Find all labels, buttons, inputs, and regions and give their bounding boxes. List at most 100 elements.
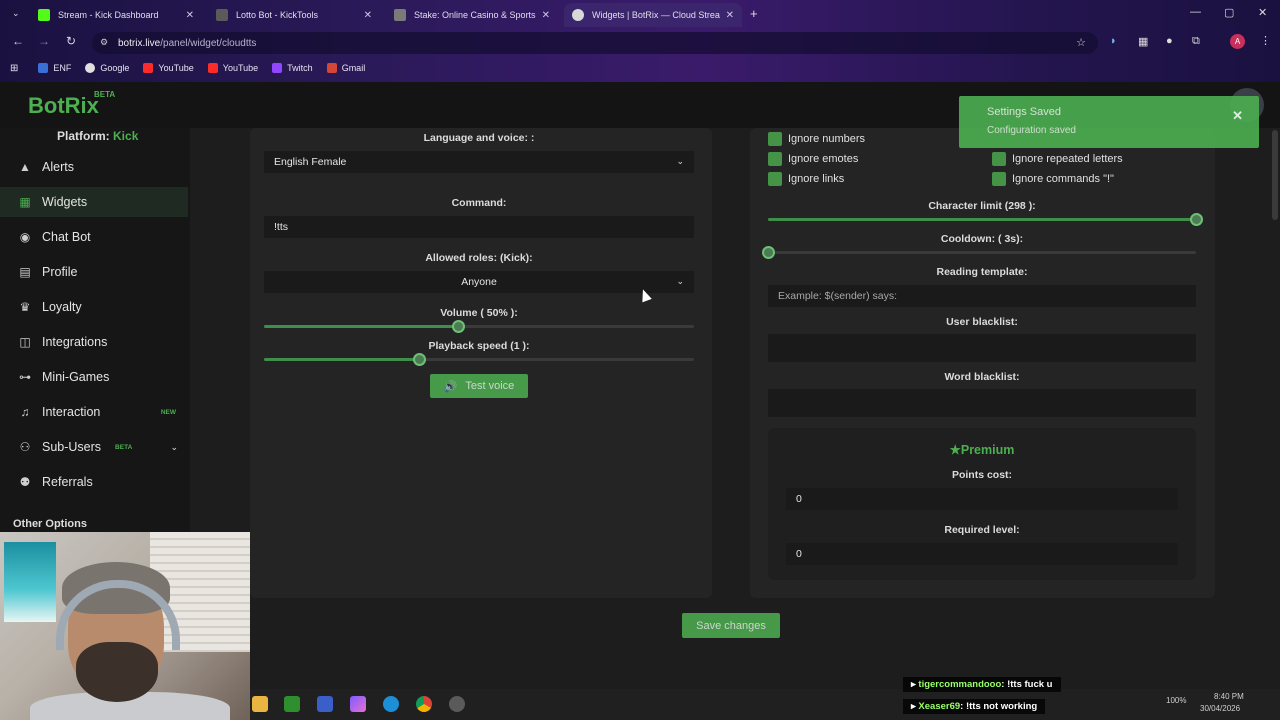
ignore-numbers-checkbox[interactable]: Ignore numbers — [768, 132, 865, 146]
bookmark-google[interactable]: Google — [85, 63, 129, 73]
tab-lotto-bot[interactable]: Lotto Bot - KickTools ✕ — [208, 3, 380, 27]
tab-botrix-widgets[interactable]: Widgets | BotRix — Cloud Strea ✕ — [564, 3, 742, 27]
xbox-icon[interactable] — [284, 696, 300, 712]
checkbox-box[interactable] — [992, 152, 1006, 166]
save-changes-button[interactable]: Save changes — [682, 613, 780, 638]
sidebar-item-chat-bot[interactable]: ◉ Chat Bot — [0, 222, 188, 252]
cooldown-slider[interactable] — [762, 246, 1196, 259]
minimize-icon[interactable]: — — [1190, 6, 1201, 18]
language-select[interactable]: English Female ⌄ — [264, 151, 694, 173]
edge-icon[interactable] — [383, 696, 399, 712]
character-limit-slider[interactable] — [768, 213, 1203, 226]
wall-poster — [4, 542, 56, 622]
slider-fill — [768, 218, 1196, 221]
apps-icon[interactable]: ⊞ — [10, 63, 18, 74]
code-editor-icon[interactable] — [317, 696, 333, 712]
command-label: Command: — [451, 197, 507, 209]
tab-kick-dashboard[interactable]: Stream - Kick Dashboard ✕ — [30, 3, 202, 27]
profile-avatar[interactable]: A — [1230, 34, 1245, 49]
logo-beta-badge: BETA — [94, 90, 116, 99]
close-icon[interactable]: ✕ — [1232, 108, 1243, 124]
sidebar-item-loyalty[interactable]: ♛ Loyalty — [0, 292, 188, 322]
close-icon[interactable]: ✕ — [726, 10, 734, 21]
extension-icon[interactable]: ◗ — [1110, 35, 1117, 47]
maximize-icon[interactable]: ▢ — [1224, 6, 1234, 19]
checkbox-box[interactable] — [768, 132, 782, 146]
kicktools-icon — [216, 9, 228, 21]
ignore-repeated-letters-checkbox[interactable]: Ignore repeated letters — [992, 152, 1123, 166]
sidebar-item-referrals[interactable]: ⚉ Referrals — [0, 467, 188, 497]
toast-title: Settings Saved — [987, 106, 1061, 118]
ignore-emotes-checkbox[interactable]: Ignore emotes — [768, 152, 858, 166]
bookmark-youtube[interactable]: YouTube — [207, 63, 259, 73]
playback-speed-label: Playback speed (1 ): — [428, 340, 530, 352]
bookmark-star-icon[interactable]: ☆ — [1076, 36, 1086, 49]
close-icon[interactable]: ✕ — [542, 10, 550, 21]
clock-date: 30/04/2026 — [1200, 704, 1241, 713]
site-info-icon[interactable]: ⚙ — [100, 37, 108, 48]
chevron-down-icon: ⌄ — [676, 276, 684, 286]
bookmark-enf[interactable]: ENF — [38, 63, 71, 73]
sidebar-item-sub-users[interactable]: ⚇ Sub-Users BETA ⌄ — [0, 432, 188, 462]
test-voice-button[interactable]: 🔊 Test voice — [430, 374, 528, 398]
copilot-icon[interactable] — [350, 696, 366, 712]
extensions-puzzle-icon[interactable]: ⧉ — [1192, 35, 1200, 48]
extension-icon[interactable]: ● — [1166, 35, 1173, 47]
close-icon[interactable]: ✕ — [364, 10, 372, 21]
url-field[interactable]: ⚙ botrix.live/panel/widget/cloudtts ☆ — [92, 32, 1098, 54]
sidebar-item-integrations[interactable]: ◫ Integrations — [0, 327, 188, 357]
platform-value: Kick — [113, 129, 139, 143]
roles-select[interactable]: Anyone ⌄ — [264, 271, 694, 293]
checkbox-label: Ignore numbers — [788, 133, 866, 145]
robot-icon: ◉ — [19, 230, 31, 244]
tab-stake[interactable]: Stake: Online Casino & Sports ✕ — [386, 3, 558, 27]
sidebar-item-label: Alerts — [42, 160, 74, 174]
new-tab-icon[interactable]: + — [750, 6, 758, 21]
reading-template-input[interactable]: Example: $(sender) says: — [768, 285, 1196, 307]
bookmark-label: YouTube — [222, 63, 259, 73]
slider-thumb[interactable] — [1190, 213, 1203, 226]
menu-icon[interactable]: ⋮ — [1260, 34, 1271, 47]
scrollbar[interactable] — [1272, 130, 1278, 220]
window-close-icon[interactable]: ✕ — [1258, 6, 1267, 19]
sidebar-item-widgets[interactable]: ▦ Widgets — [0, 187, 188, 217]
close-icon[interactable]: ✕ — [186, 10, 194, 21]
sidebar-item-profile[interactable]: ▤ Profile — [0, 257, 188, 287]
file-explorer-icon[interactable] — [252, 696, 268, 712]
platform-label: Platform: — [57, 129, 110, 143]
ignore-links-checkbox[interactable]: Ignore links — [768, 172, 844, 186]
sidebar-item-alerts[interactable]: ▲ Alerts — [0, 152, 188, 182]
extension-icon[interactable]: ▦ — [1138, 35, 1148, 48]
command-input[interactable]: !tts — [264, 216, 694, 238]
character-limit-label: Character limit (298 ): — [928, 200, 1036, 212]
checkbox-box[interactable] — [768, 152, 782, 166]
sidebar-item-interaction[interactable]: ♫ Interaction NEW — [0, 397, 188, 427]
chevron-down-icon[interactable]: ⌄ — [170, 442, 178, 453]
reading-template-label: Reading template: — [936, 266, 1028, 278]
slider-thumb[interactable] — [412, 353, 426, 366]
user-blacklist-input[interactable] — [768, 334, 1196, 362]
bookmark-youtube[interactable]: YouTube — [143, 63, 194, 73]
stream-chat-message: ▸ Xeaser69: !tts not working — [903, 699, 1046, 714]
kick-icon — [38, 9, 50, 21]
slider-thumb[interactable] — [762, 246, 775, 259]
chat-text: : !tts not working — [960, 701, 1038, 712]
test-voice-label: Test voice — [465, 380, 515, 392]
slider-thumb[interactable] — [451, 320, 465, 333]
bookmark-twitch[interactable]: Twitch — [272, 63, 313, 73]
bookmark-gmail[interactable]: Gmail — [326, 63, 365, 73]
playback-speed-slider[interactable] — [264, 353, 694, 366]
sidebar-item-mini-games[interactable]: ⊶ Mini-Games — [0, 362, 188, 392]
app-icon[interactable] — [449, 696, 465, 712]
volume-slider[interactable] — [264, 320, 694, 333]
word-blacklist-input[interactable] — [768, 389, 1196, 417]
ignore-commands-checkbox[interactable]: Ignore commands "!" — [992, 172, 1114, 186]
botrix-logo[interactable]: BotRix BETA — [28, 90, 115, 119]
tab-search-icon[interactable]: ⌄ — [12, 8, 20, 19]
checkbox-box[interactable] — [768, 172, 782, 186]
required-level-input[interactable]: 0 — [786, 543, 1178, 565]
points-cost-input[interactable]: 0 — [786, 488, 1178, 510]
checkbox-label: Ignore commands "!" — [1012, 173, 1114, 185]
chrome-icon[interactable] — [416, 696, 432, 712]
checkbox-box[interactable] — [992, 172, 1006, 186]
